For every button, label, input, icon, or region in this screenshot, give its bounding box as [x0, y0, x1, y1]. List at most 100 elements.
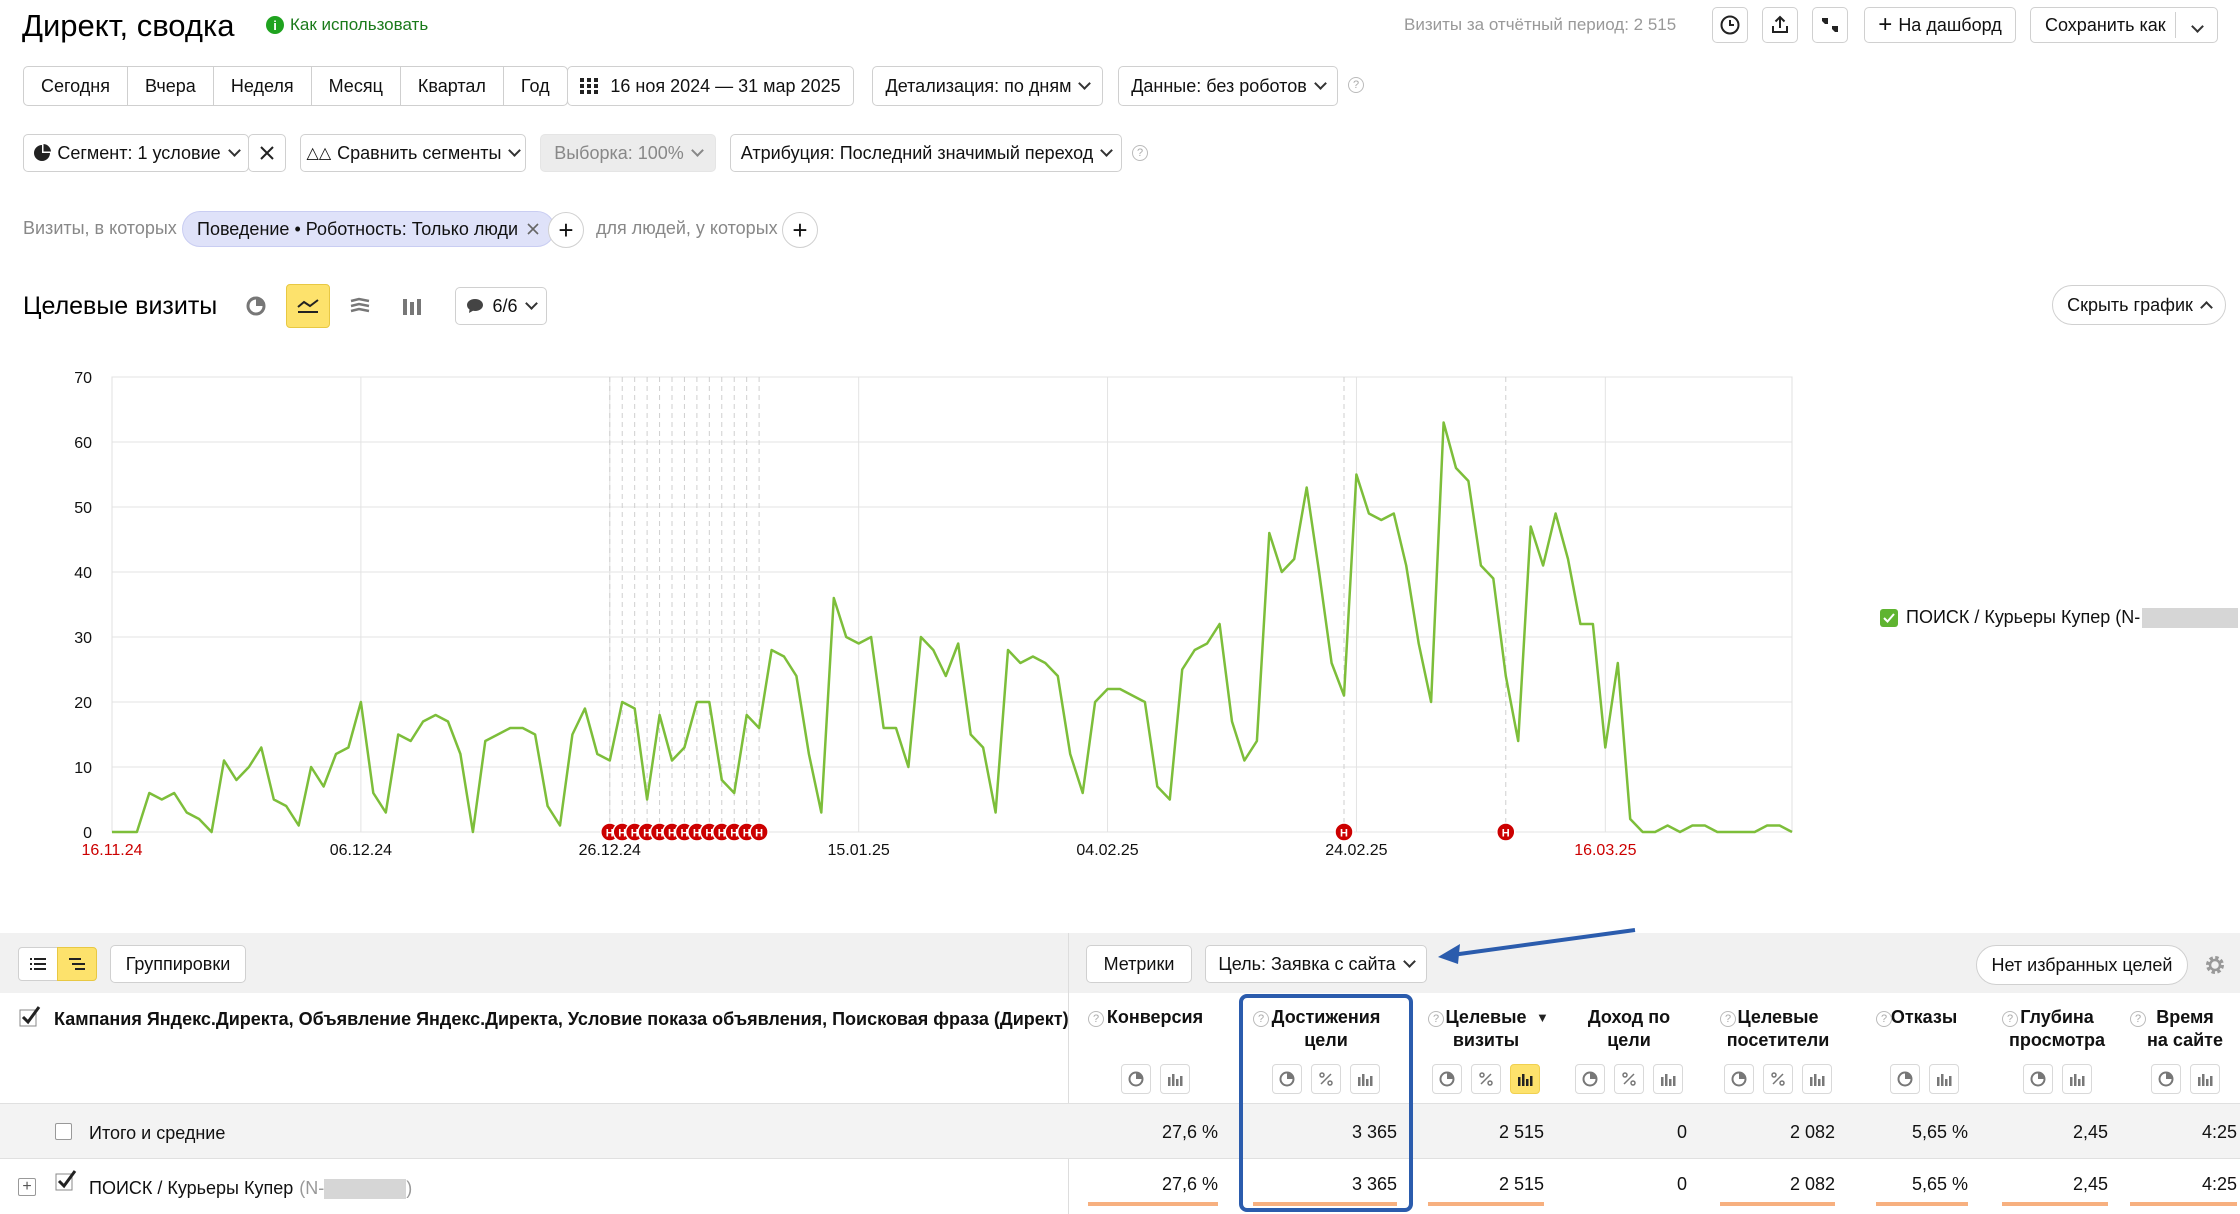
dim-header-checkbox[interactable]	[19, 1006, 41, 1027]
period-today[interactable]: Сегодня	[24, 67, 128, 105]
bar-chart-icon	[1810, 1074, 1825, 1086]
help-icon[interactable]: ?	[2002, 1011, 2018, 1027]
help-icon[interactable]: ?	[1876, 1011, 1892, 1027]
column-pie-button[interactable]	[1575, 1064, 1605, 1094]
chevron-up-icon	[2200, 301, 2213, 314]
area-chart-type-button[interactable]	[344, 290, 376, 322]
line-chart-type-button[interactable]	[286, 284, 330, 328]
to-dashboard-button[interactable]: + На дашборд	[1864, 7, 2016, 43]
bar-chart-icon	[2197, 1074, 2212, 1086]
row-label[interactable]: ПОИСК / Курьеры Купер (N- )	[89, 1178, 412, 1199]
column-header[interactable]: Отказы	[1849, 1006, 1999, 1029]
close-icon[interactable]	[526, 222, 540, 236]
history-button[interactable]	[1712, 7, 1748, 43]
column-header[interactable]: Доход по цели	[1554, 1006, 1704, 1052]
column-bar-button[interactable]	[2189, 1064, 2220, 1094]
add-condition-button[interactable]: +	[548, 212, 584, 248]
feedback-button[interactable]	[1812, 7, 1848, 43]
settings-button[interactable]	[2202, 952, 2228, 978]
bar-chart-type-button[interactable]	[396, 290, 428, 322]
period-selector[interactable]: Сегодня Вчера Неделя Месяц Квартал Год	[23, 66, 568, 106]
column-pie-button[interactable]	[1889, 1064, 1920, 1094]
row-checkbox[interactable]	[55, 1170, 77, 1192]
y-tick-label: 20	[74, 695, 92, 712]
groupings-button[interactable]: Группировки	[110, 945, 246, 983]
column-percent-button[interactable]	[1471, 1064, 1501, 1094]
compare-segments-dropdown[interactable]: △△ Сравнить сегменты	[300, 134, 526, 172]
column-bar-button[interactable]	[1802, 1064, 1832, 1094]
filter-chip[interactable]: Поведение • Роботность: Только люди	[182, 211, 556, 247]
expand-button[interactable]: +	[18, 1178, 36, 1196]
column-bar-button[interactable]	[1653, 1064, 1683, 1094]
flat-view-button[interactable]	[18, 947, 58, 981]
totals-cell: 0	[1676, 1122, 1687, 1142]
column-header[interactable]: Время на сайте	[2110, 1006, 2240, 1052]
sort-desc-icon[interactable]: ▼	[1536, 1010, 1549, 1025]
add-people-condition-button[interactable]: +	[782, 212, 818, 248]
goal-dropdown[interactable]: Цель: Заявка с сайта	[1205, 945, 1427, 983]
plus-icon: +	[1878, 11, 1893, 38]
info-icon: i	[266, 16, 284, 34]
thumbs-icon	[1822, 18, 1838, 32]
clear-segment-button[interactable]	[248, 134, 286, 172]
help-icon[interactable]: ?	[2130, 1011, 2146, 1027]
metrics-button[interactable]: Метрики	[1086, 945, 1192, 983]
tree-view-button[interactable]	[57, 947, 97, 981]
data-filter-dropdown[interactable]: Данные: без роботов	[1118, 66, 1338, 106]
percent-icon	[1622, 1072, 1636, 1086]
y-tick-label: 0	[83, 825, 92, 842]
pie-chart-type-button[interactable]	[240, 290, 272, 322]
column-pie-button[interactable]	[1120, 1064, 1151, 1094]
notes-dropdown[interactable]: 6/6	[455, 287, 547, 325]
column-bar-button[interactable]	[1928, 1064, 1959, 1094]
percent-icon	[1771, 1072, 1785, 1086]
column-percent-button[interactable]	[1614, 1064, 1644, 1094]
bar-chart-icon	[1936, 1074, 1951, 1086]
checkbox-checked-icon[interactable]	[1880, 608, 1898, 627]
save-as-button[interactable]: Сохранить как	[2030, 7, 2218, 43]
help-icon[interactable]: ?	[1132, 145, 1148, 161]
period-yesterday[interactable]: Вчера	[128, 67, 214, 105]
help-link[interactable]: i Как использовать	[266, 15, 428, 35]
column-pie-button[interactable]	[1432, 1064, 1462, 1094]
hide-chart-button[interactable]: Скрыть график	[2052, 285, 2226, 325]
gear-icon	[2206, 956, 2224, 974]
detail-dropdown[interactable]: Детализация: по дням	[872, 66, 1103, 106]
column-bar-button[interactable]	[2061, 1064, 2092, 1094]
dim-header: Кампания Яндекс.Директа, Объявление Янде…	[54, 1009, 1069, 1029]
row-cell: 4:25	[2201, 1174, 2237, 1194]
column-bar-button[interactable]	[1159, 1064, 1190, 1094]
chart-legend[interactable]: ПОИСК / Курьеры Купер (N-	[1880, 607, 2239, 628]
attribution-dropdown[interactable]: Атрибуция: Последний значимый переход	[730, 134, 1122, 172]
totals-checkbox[interactable]	[55, 1123, 72, 1140]
period-quarter[interactable]: Квартал	[401, 67, 504, 105]
filter-prefix: Визиты, в которых	[23, 218, 177, 238]
row-value-bar	[1720, 1202, 1835, 1206]
column-pie-button[interactable]	[2150, 1064, 2181, 1094]
column-pie-button[interactable]	[1724, 1064, 1754, 1094]
column-pie-button[interactable]	[2022, 1064, 2053, 1094]
chevron-down-icon	[508, 144, 522, 157]
period-year[interactable]: Год	[504, 67, 567, 105]
column-bar-button[interactable]	[1510, 1064, 1540, 1094]
column-percent-button[interactable]	[1763, 1064, 1793, 1094]
sample-dropdown[interactable]: Выборка: 100%	[540, 134, 716, 172]
period-week[interactable]: Неделя	[214, 67, 312, 105]
favorite-goals-button[interactable]: Нет избранных целей	[1976, 945, 2188, 985]
help-icon[interactable]: ?	[1348, 77, 1364, 93]
pie-chart-icon	[1897, 1071, 1912, 1087]
totals-cell: 4:25	[2201, 1122, 2237, 1142]
period-month[interactable]: Месяц	[312, 67, 401, 105]
segment-dropdown[interactable]: Сегмент: 1 условие	[23, 134, 249, 172]
row-cell: 27,6 %	[1161, 1174, 1218, 1194]
list-icon	[30, 958, 46, 970]
help-icon[interactable]: ?	[1088, 1011, 1104, 1027]
line-chart-icon	[297, 299, 319, 313]
pie-chart-icon	[1439, 1071, 1455, 1087]
pie-chart-icon	[2030, 1071, 2045, 1087]
totals-cell: 2 515	[1498, 1122, 1544, 1142]
export-button[interactable]	[1762, 7, 1798, 43]
help-icon[interactable]: ?	[1428, 1011, 1444, 1027]
help-icon[interactable]: ?	[1720, 1011, 1736, 1027]
date-range-button[interactable]: 16 ноя 2024 — 31 мар 2025	[567, 66, 854, 106]
